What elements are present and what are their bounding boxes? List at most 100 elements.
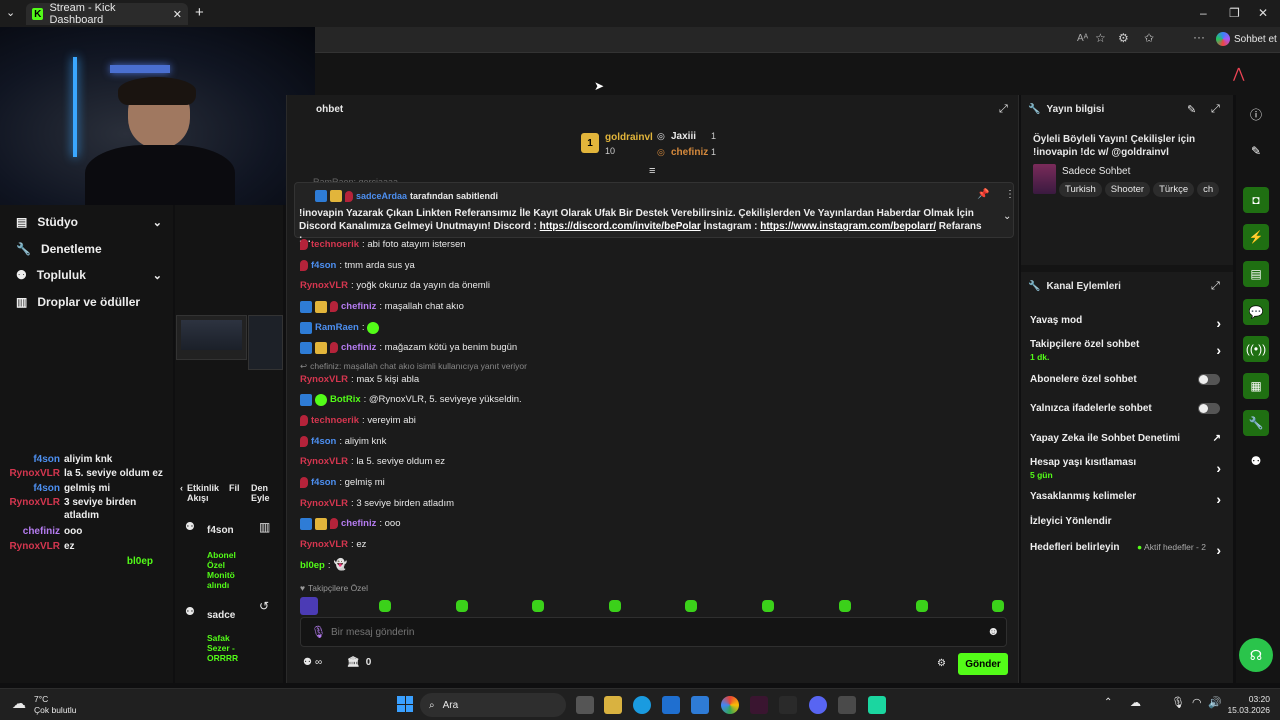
premiere-icon[interactable] [750, 696, 768, 714]
emote-icon[interactable] [379, 600, 391, 612]
settings-gear-icon[interactable]: ⚙ [937, 658, 946, 669]
refresh-icon[interactable]: ↺ [259, 599, 269, 613]
points-button[interactable]: ⚉ ∞ [303, 657, 322, 668]
popout-icon[interactable]: ⤢ [999, 103, 1008, 116]
chart-icon[interactable]: ▥ [259, 520, 270, 534]
emote-icon[interactable] [456, 600, 468, 612]
leaderboard-second-user[interactable]: Jaxiii [671, 131, 696, 142]
chevron-left-icon[interactable]: ‹ [180, 483, 183, 503]
edit-pencil-icon[interactable]: ✎ [1187, 103, 1196, 116]
event-user[interactable]: sadce [207, 610, 235, 621]
leaderboard-first-user[interactable]: goldrainvl [605, 132, 653, 143]
discord-icon[interactable] [809, 696, 827, 714]
emote-icon[interactable] [916, 600, 928, 612]
gifts-button[interactable]: 🏛 0 [347, 657, 371, 668]
emote-icon: 👻 [333, 559, 348, 571]
close-window-icon[interactable]: ✕ [1258, 6, 1268, 20]
file-explorer-icon[interactable] [604, 696, 622, 714]
category-thumbnail[interactable] [1033, 164, 1056, 194]
popout-icon[interactable]: ⤢ [1211, 280, 1220, 293]
more-options-icon[interactable]: ⋮ [1005, 189, 1015, 200]
read-aloud-icon[interactable]: Aᴬ [1077, 33, 1088, 44]
discord-link[interactable]: https://discord.com/invite/bePolar [540, 221, 701, 232]
app-icon[interactable] [838, 696, 856, 714]
chevron-down-icon[interactable]: ⌄ [1003, 211, 1011, 222]
expand-leaderboard-icon[interactable]: ≡ [649, 165, 655, 177]
sidebar-item-studio[interactable]: ▤ Stüdyo ⌄ [16, 215, 162, 229]
event-user[interactable]: f4son [207, 525, 234, 536]
close-tab-icon[interactable]: ✕ [173, 8, 182, 21]
action-ai-moderation[interactable]: Yapay Zeka ile Sohbet Denetimi ↗ [1030, 433, 1225, 444]
chevron-up-icon[interactable]: ⌃ [1104, 697, 1112, 708]
camera-icon[interactable]: ◘ [1243, 187, 1269, 213]
user-avatar[interactable]: ⋀ [1233, 65, 1244, 82]
action-slow-mode[interactable]: Yavaş mod › [1030, 315, 1225, 331]
broadcast-icon[interactable]: ((•)) [1243, 336, 1269, 362]
info-icon[interactable]: ⓘ [1243, 101, 1269, 127]
sub-badge-icon [300, 415, 308, 426]
lightning-icon[interactable]: ⚡ [1243, 224, 1269, 250]
leaderboard-third-user[interactable]: chefiniz [671, 147, 708, 158]
copilot-button[interactable]: Sohbet et [1216, 32, 1277, 46]
sidebar-item-community[interactable]: ⚉ Topluluk ⌄ [16, 268, 162, 282]
mail-icon[interactable] [691, 696, 709, 714]
network-icon[interactable]: ☁ [1130, 696, 1141, 709]
action-goals[interactable]: Hedefleri belirleyin ● Aktif hedefler - … [1030, 542, 1225, 558]
edit-pencil-icon[interactable]: ✎ [1243, 138, 1269, 164]
send-button[interactable]: Gönder [958, 653, 1008, 675]
tab-list-chevron-icon[interactable]: ⌄ [6, 6, 15, 19]
person-shirt [85, 145, 235, 205]
instagram-link[interactable]: https://www.instagram.com/bepolarr/ [760, 221, 936, 232]
speaker-icon[interactable]: 🔊 [1208, 696, 1222, 709]
emote-icon[interactable] [300, 597, 318, 615]
emote-icon[interactable] [839, 600, 851, 612]
emote-icon[interactable] [609, 600, 621, 612]
action-account-age[interactable]: Hesap yaşı kısıtlaması 5 gün › [1030, 457, 1225, 480]
taskbar-search[interactable]: ⌕ Ara [420, 693, 566, 717]
community-icon[interactable]: ⚉ [1243, 448, 1269, 474]
weather-widget[interactable]: 7°C Çok bulutlu [34, 694, 77, 716]
favorite-star-icon[interactable]: ☆ [1095, 31, 1106, 45]
emote-icon[interactable] [762, 600, 774, 612]
mic-icon[interactable]: 🎙 [1171, 696, 1185, 709]
emote-only-toggle[interactable] [1198, 403, 1220, 414]
maximize-icon[interactable]: ❐ [1229, 6, 1240, 20]
support-headset-icon[interactable]: ☊ [1239, 638, 1273, 672]
task-view-icon[interactable] [576, 696, 594, 714]
category-name[interactable]: Sadece Sohbet [1062, 166, 1130, 177]
app-icon[interactable] [779, 696, 797, 714]
wrench-icon[interactable]: 🔧 [1243, 410, 1269, 436]
server-icon[interactable]: ▦ [1243, 373, 1269, 399]
more-icon[interactable]: ··· [1193, 30, 1205, 44]
browser-tab[interactable]: K Stream - Kick Dashboard ✕ [26, 2, 188, 26]
action-followers-only[interactable]: Takipçilere özel sohbet 1 dk. › [1030, 339, 1225, 362]
action-raid[interactable]: İzleyici Yönlendir [1030, 516, 1225, 527]
edge-icon[interactable] [633, 696, 651, 714]
app-icon[interactable] [868, 696, 886, 714]
emote-icon[interactable] [992, 600, 1004, 612]
wifi-icon[interactable]: ◠ [1192, 696, 1202, 709]
emote-icon[interactable] [532, 600, 544, 612]
new-tab-button[interactable]: + [195, 4, 204, 21]
chat-input[interactable] [331, 623, 971, 641]
document-icon[interactable]: ▤ [1243, 261, 1269, 287]
windows-start-icon[interactable] [397, 696, 413, 712]
emoji-icon[interactable]: ☻ [987, 624, 1000, 638]
microphone-icon[interactable]: 🎙 [311, 625, 326, 639]
extensions-icon[interactable]: ⚙ [1118, 31, 1129, 45]
rank-badge: 1 [581, 133, 599, 153]
clock[interactable]: 03:20 15.03.2026 [1222, 694, 1270, 716]
subscribers-only-toggle[interactable] [1198, 374, 1220, 385]
sidebar-item-moderation[interactable]: 🔧 Denetleme [16, 242, 162, 256]
chat-bubble-icon[interactable]: 💬 [1243, 299, 1269, 325]
minimize-icon[interactable]: – [1200, 6, 1207, 20]
store-icon[interactable] [662, 696, 680, 714]
favorites-icon[interactable]: ✩ [1144, 31, 1154, 45]
sidebar-item-drops[interactable]: ▥ Droplar ve ödüller [16, 295, 162, 309]
popout-icon[interactable]: ⤢ [1211, 103, 1220, 116]
chrome-icon[interactable] [721, 696, 739, 714]
pin-icon[interactable]: 📌 [977, 189, 989, 200]
action-banned-words[interactable]: Yasaklanmış kelimeler › [1030, 491, 1225, 507]
chevron-right-icon: › [1216, 542, 1221, 558]
emote-icon[interactable] [685, 600, 697, 612]
